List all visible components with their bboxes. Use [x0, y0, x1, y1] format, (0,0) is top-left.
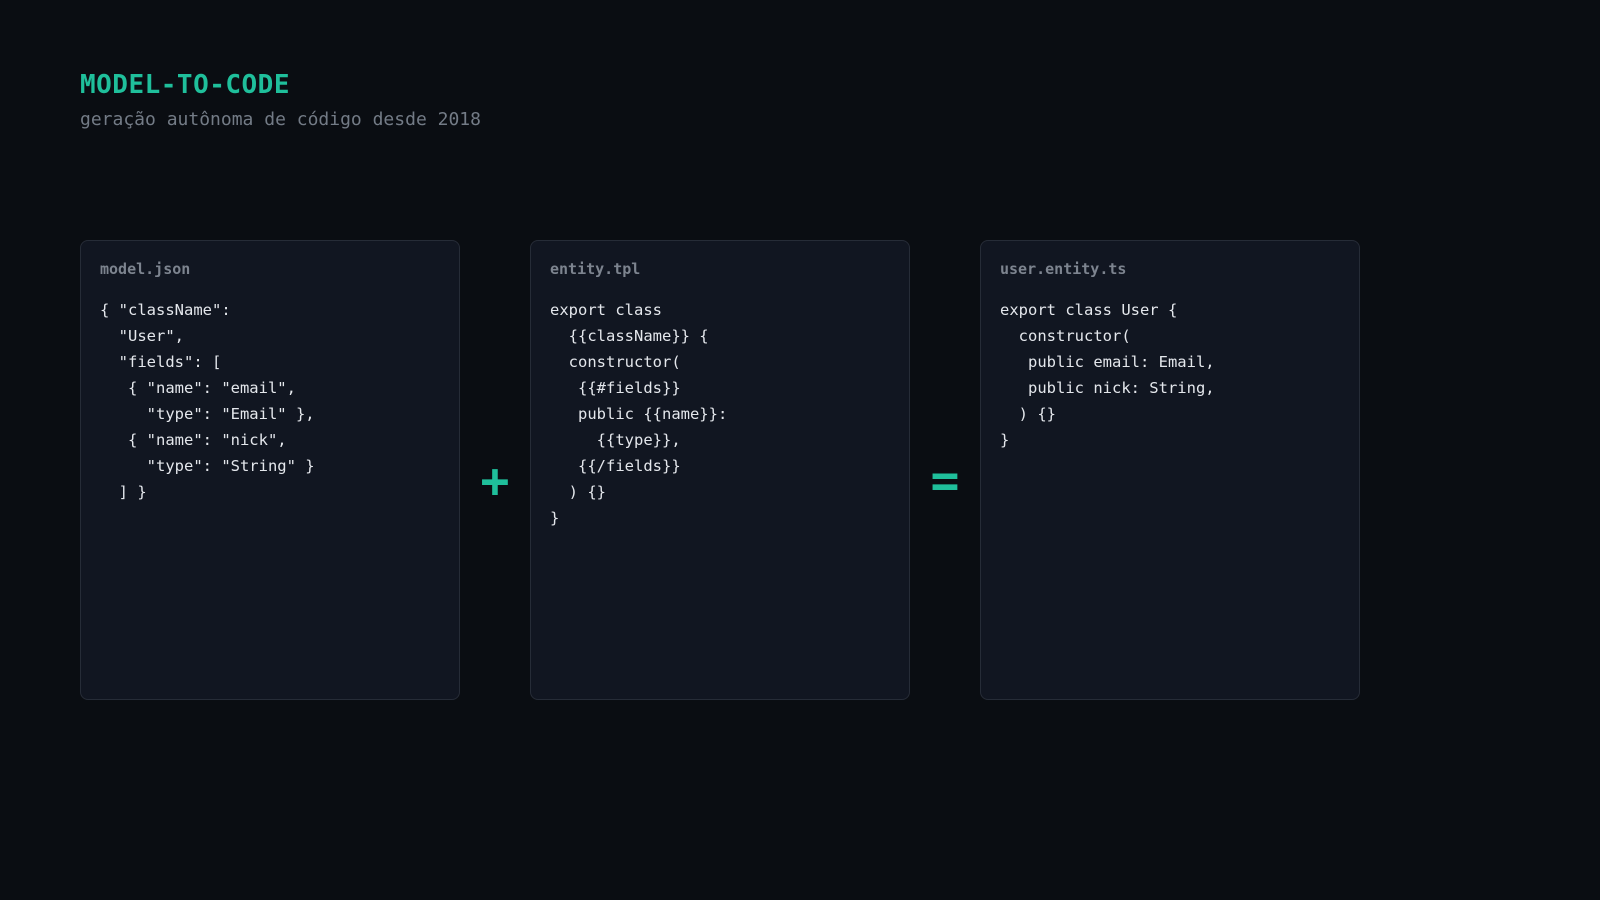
equals-operator: =	[930, 453, 960, 509]
plus-operator: +	[480, 453, 510, 509]
code-line: { "name": "email",	[100, 379, 296, 397]
panel-filename: user.entity.ts	[1000, 260, 1127, 278]
code-line: }	[1000, 431, 1010, 449]
code-line: export class User {	[1000, 301, 1178, 319]
code-line: { "name": "nick",	[100, 431, 287, 449]
code-line: }	[550, 509, 560, 527]
code-line: {{type}},	[550, 431, 681, 449]
code-line: export class	[550, 301, 662, 319]
code-line: constructor(	[1000, 327, 1131, 345]
code-line: { "className":	[100, 301, 231, 319]
code-line: {{/fields}}	[550, 457, 681, 475]
code-line: {{#fields}}	[550, 379, 681, 397]
code-line: constructor(	[550, 353, 681, 371]
page-subtitle: geração autônoma de código desde 2018	[80, 109, 481, 130]
code-line: "type": "String" }	[100, 457, 315, 475]
code-line: ) {}	[1000, 405, 1056, 423]
code-block: export class User { constructor( public …	[1000, 297, 1340, 453]
code-line: "fields": [	[100, 353, 222, 371]
panel-model-json: model.json { "className": "User", "field…	[80, 240, 460, 700]
code-line: public email: Email,	[1000, 353, 1215, 371]
code-block: { "className": "User", "fields": [ { "na…	[100, 297, 440, 505]
code-line: {{className}} {	[550, 327, 709, 345]
code-line: "type": "Email" },	[100, 405, 315, 423]
panel-filename: entity.tpl	[550, 260, 641, 278]
code-line: "User",	[100, 327, 184, 345]
code-line: public {{name}}:	[550, 405, 728, 423]
code-line: public nick: String,	[1000, 379, 1215, 397]
code-line: ) {}	[550, 483, 606, 501]
code-block: export class {{className}} { constructor…	[550, 297, 890, 531]
panel-user-entity-ts: user.entity.ts export class User { const…	[980, 240, 1360, 700]
panel-filename: model.json	[100, 260, 191, 278]
code-line: ] }	[100, 483, 147, 501]
panel-entity-tpl: entity.tpl export class {{className}} { …	[530, 240, 910, 700]
page-title: MODEL-TO-CODE	[80, 70, 290, 100]
